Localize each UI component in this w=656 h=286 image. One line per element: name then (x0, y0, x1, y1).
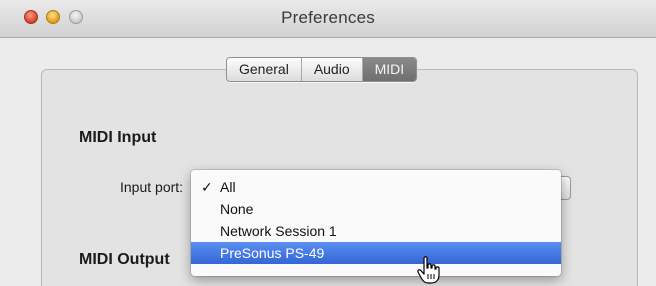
input-port-label: Input port: (120, 179, 184, 195)
tab-audio[interactable]: Audio (301, 58, 363, 81)
menu-item-all[interactable]: ✓ All (191, 176, 561, 198)
menu-item-label: PreSonus PS-49 (220, 245, 325, 261)
input-port-dropdown-menu: ✓ All None Network Session 1 PreSonus PS… (191, 170, 561, 276)
title-bar[interactable]: Preferences (0, 0, 656, 38)
menu-item-presonus-ps-49[interactable]: PreSonus PS-49 (191, 242, 561, 264)
menu-item-label: Network Session 1 (220, 223, 337, 239)
tab-midi[interactable]: MIDI (362, 58, 417, 81)
menu-item-none[interactable]: None (191, 198, 561, 220)
tab-general[interactable]: General (227, 58, 302, 81)
checkmark-icon: ✓ (201, 179, 213, 195)
hand-pointer-icon (417, 256, 440, 284)
preferences-window: Preferences General Audio MIDI MIDI Inpu… (0, 0, 656, 286)
window-title: Preferences (281, 8, 375, 27)
menu-item-network-session-1[interactable]: Network Session 1 (191, 220, 561, 242)
tab-bar: General Audio MIDI (226, 57, 418, 82)
menu-item-label: All (220, 179, 236, 195)
midi-output-heading: MIDI Output (79, 251, 170, 268)
menu-item-label: None (220, 201, 254, 217)
midi-input-heading: MIDI Input (79, 129, 157, 146)
